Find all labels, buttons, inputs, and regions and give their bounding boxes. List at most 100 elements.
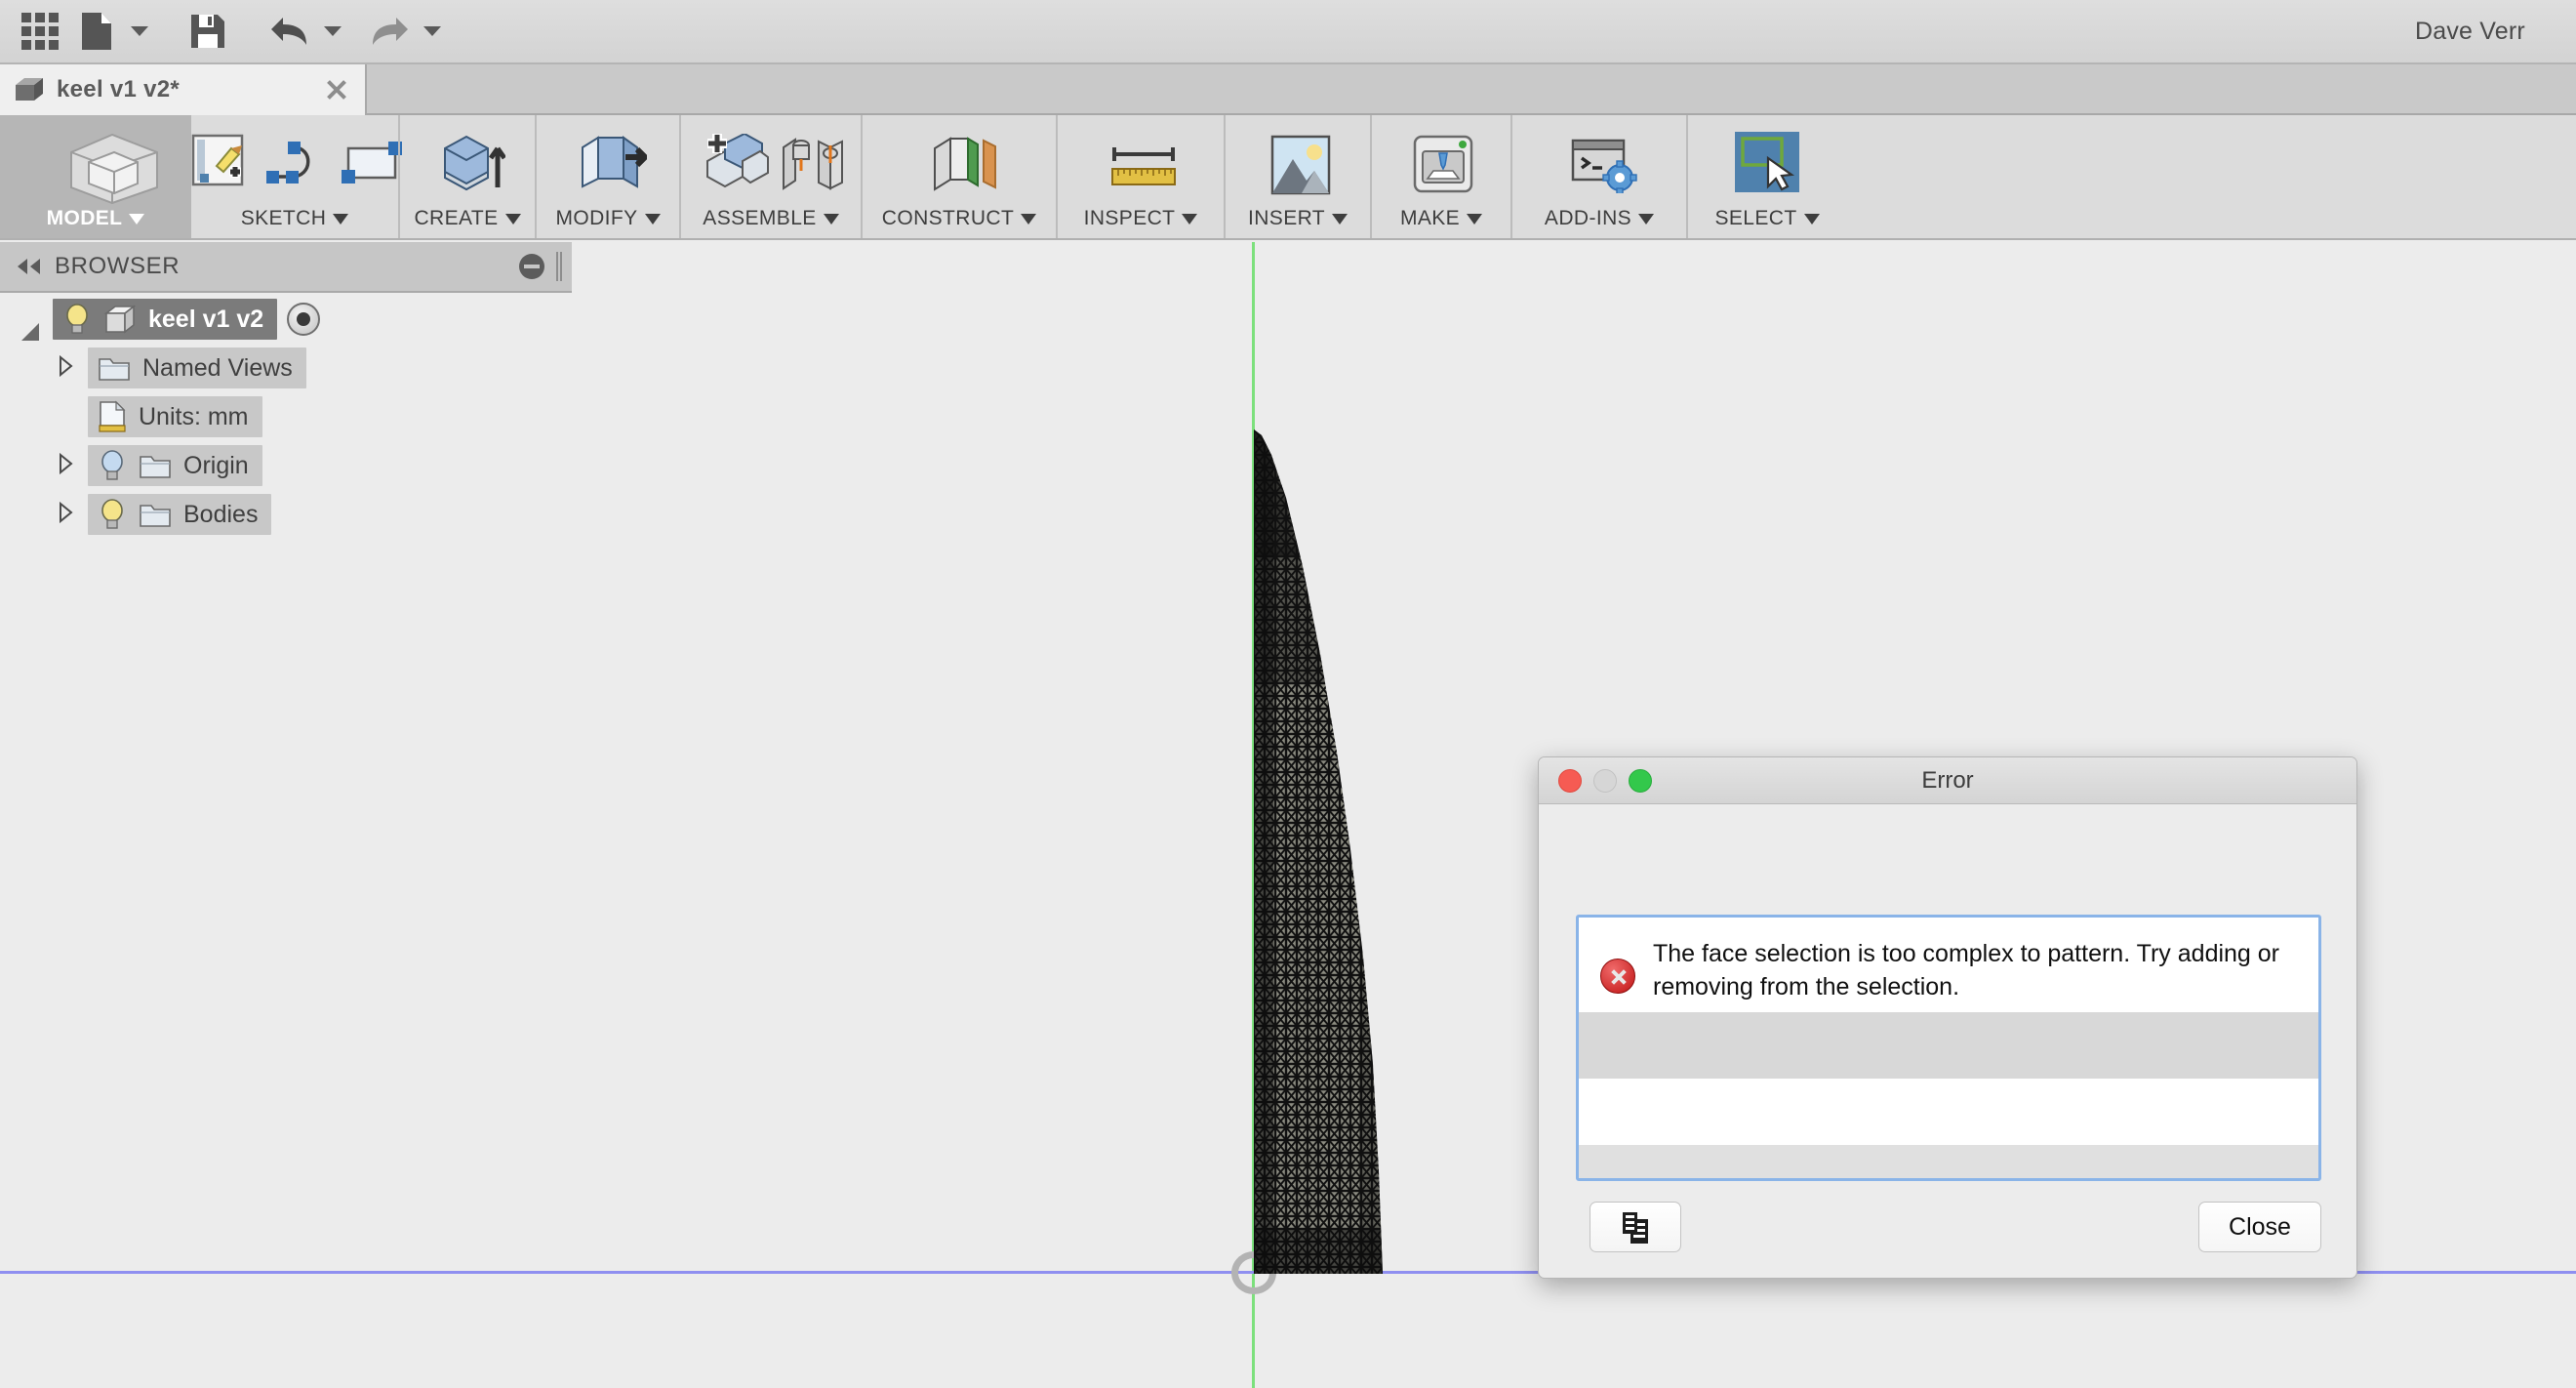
application-toolbar: Dave Verr [0, 0, 2576, 64]
ribbon-group-make[interactable]: MAKE [1370, 115, 1510, 238]
folder-icon [139, 452, 172, 479]
tree-row-named-views[interactable]: Named Views [0, 344, 572, 392]
insert-image-icon[interactable] [1269, 134, 1331, 195]
tree-item-origin[interactable]: Origin [88, 445, 262, 486]
error-dialog[interactable]: Error The face selection is too complex … [1538, 756, 2357, 1279]
browser-tree: keel v1 v2 Named Views Units: mm Origin … [0, 295, 572, 539]
redo-icon[interactable] [363, 6, 416, 57]
tree-row-units[interactable]: Units: mm [0, 392, 572, 441]
light-bulb-icon[interactable] [98, 449, 127, 482]
chevron-down-icon [823, 213, 839, 225]
new-file-dropdown-caret-icon[interactable] [127, 6, 152, 57]
user-name-label[interactable]: Dave Verr [2415, 18, 2576, 46]
ribbon-group-select[interactable]: SELECT [1686, 115, 1846, 238]
rectangle-icon[interactable] [341, 141, 402, 184]
ribbon-toolbar: MODEL SKETCH CREATE MODIFY ASSEMBLE CONS… [0, 115, 2576, 240]
tree-row-root[interactable]: keel v1 v2 [0, 295, 572, 344]
twisty-closed-icon[interactable] [57, 501, 82, 527]
folder-icon [98, 354, 131, 382]
tree-item-named-views[interactable]: Named Views [88, 347, 306, 388]
joint-icon[interactable] [780, 134, 843, 190]
press-pull-icon[interactable] [577, 134, 650, 190]
chevron-down-icon [1021, 213, 1037, 225]
chevron-down-icon [333, 213, 349, 225]
redo-dropdown-caret-icon[interactable] [420, 6, 445, 57]
error-icon [1600, 959, 1635, 994]
ribbon-group-inspect-label: INSPECT [1084, 203, 1198, 234]
collapse-left-icon[interactable] [10, 257, 49, 276]
ribbon-group-sketch[interactable]: SKETCH [190, 115, 402, 238]
folder-icon [139, 501, 172, 528]
undo-icon[interactable] [263, 6, 316, 57]
twisty-closed-icon[interactable] [57, 452, 82, 478]
offset-plane-icon[interactable] [927, 133, 996, 191]
ribbon-group-insert[interactable]: INSERT [1224, 115, 1370, 238]
tree-item-label: Origin [183, 451, 249, 479]
dialog-title-bar: Error [1539, 757, 2356, 804]
minimize-icon[interactable] [519, 254, 544, 279]
error-message-row[interactable]: The face selection is too complex to pat… [1579, 918, 2318, 1007]
panel-resize-grip[interactable] [556, 252, 562, 281]
document-cube-icon [14, 77, 43, 102]
measure-ruler-icon[interactable] [1108, 138, 1176, 186]
extrude-icon[interactable] [437, 133, 507, 191]
ribbon-group-addins[interactable]: ADD-INS [1510, 115, 1686, 238]
close-button[interactable]: Close [2198, 1202, 2321, 1252]
ribbon-group-modify[interactable]: MODIFY [535, 115, 679, 238]
tree-item-keel[interactable]: keel v1 v2 [53, 299, 278, 340]
light-bulb-icon[interactable] [98, 498, 127, 531]
dialog-footer: Close [1539, 1190, 2356, 1278]
script-console-gear-icon[interactable] [1569, 135, 1637, 195]
list-row-stripe [1579, 1012, 2318, 1079]
spline-icon[interactable] [264, 140, 325, 184]
list-row-stripe [1579, 1079, 2318, 1145]
ribbon-group-insert-label: INSERT [1248, 203, 1348, 234]
workspace-cube-icon [60, 133, 158, 205]
eyeball-icon[interactable] [287, 303, 321, 336]
chevron-down-icon [504, 213, 521, 225]
ribbon-group-addins-label: ADD-INS [1545, 203, 1655, 234]
new-component-icon[interactable] [702, 132, 769, 190]
ribbon-group-construct-label: CONSTRUCT [882, 203, 1037, 234]
new-file-icon[interactable] [70, 6, 123, 57]
error-message-text: The face selection is too complex to pat… [1653, 940, 2280, 1001]
copy-to-clipboard-button[interactable] [1590, 1202, 1681, 1252]
chevron-down-icon [1638, 213, 1655, 225]
ribbon-group-modify-label: MODIFY [555, 203, 661, 234]
tree-item-units[interactable]: Units: mm [88, 396, 262, 437]
twisty-open-icon[interactable] [21, 306, 47, 341]
ribbon-group-assemble[interactable]: ASSEMBLE [679, 115, 861, 238]
light-bulb-icon[interactable] [62, 303, 92, 336]
create-sketch-icon[interactable] [190, 133, 249, 191]
copy-to-clipboard-icon [1620, 1210, 1651, 1244]
document-tab-strip: keel v1 v2* [0, 64, 2576, 115]
chevron-down-icon [1182, 213, 1198, 225]
tree-row-bodies[interactable]: Bodies [0, 490, 572, 539]
tree-row-origin[interactable]: Origin [0, 441, 572, 490]
ribbon-group-model[interactable]: MODEL [0, 115, 191, 238]
browser-panel-title: BROWSER [55, 253, 181, 279]
ribbon-group-sketch-label: SKETCH [241, 203, 349, 234]
component-cube-icon [103, 304, 137, 335]
3d-print-icon[interactable] [1412, 134, 1473, 193]
ribbon-group-create[interactable]: CREATE [398, 115, 535, 238]
undo-dropdown-caret-icon[interactable] [320, 6, 345, 57]
tree-item-label: Bodies [183, 500, 259, 528]
grid-apps-icon[interactable] [14, 6, 66, 57]
chevron-down-icon [1803, 213, 1820, 225]
tree-item-label: Units: mm [139, 402, 249, 430]
select-cursor-icon[interactable] [1735, 132, 1799, 192]
close-icon[interactable] [322, 75, 351, 104]
error-message-list[interactable]: The face selection is too complex to pat… [1576, 915, 2321, 1181]
ribbon-group-make-label: MAKE [1400, 203, 1483, 234]
tree-item-bodies[interactable]: Bodies [88, 494, 272, 535]
save-icon[interactable] [181, 6, 234, 57]
twisty-closed-icon[interactable] [57, 354, 82, 381]
keel-mesh-body[interactable] [1254, 429, 1400, 1274]
ribbon-group-construct[interactable]: CONSTRUCT [861, 115, 1056, 238]
document-tab[interactable]: keel v1 v2* [0, 64, 367, 115]
browser-panel-header: BROWSER [0, 242, 572, 293]
chevron-down-icon [1467, 213, 1483, 225]
ribbon-group-inspect[interactable]: INSPECT [1056, 115, 1224, 238]
